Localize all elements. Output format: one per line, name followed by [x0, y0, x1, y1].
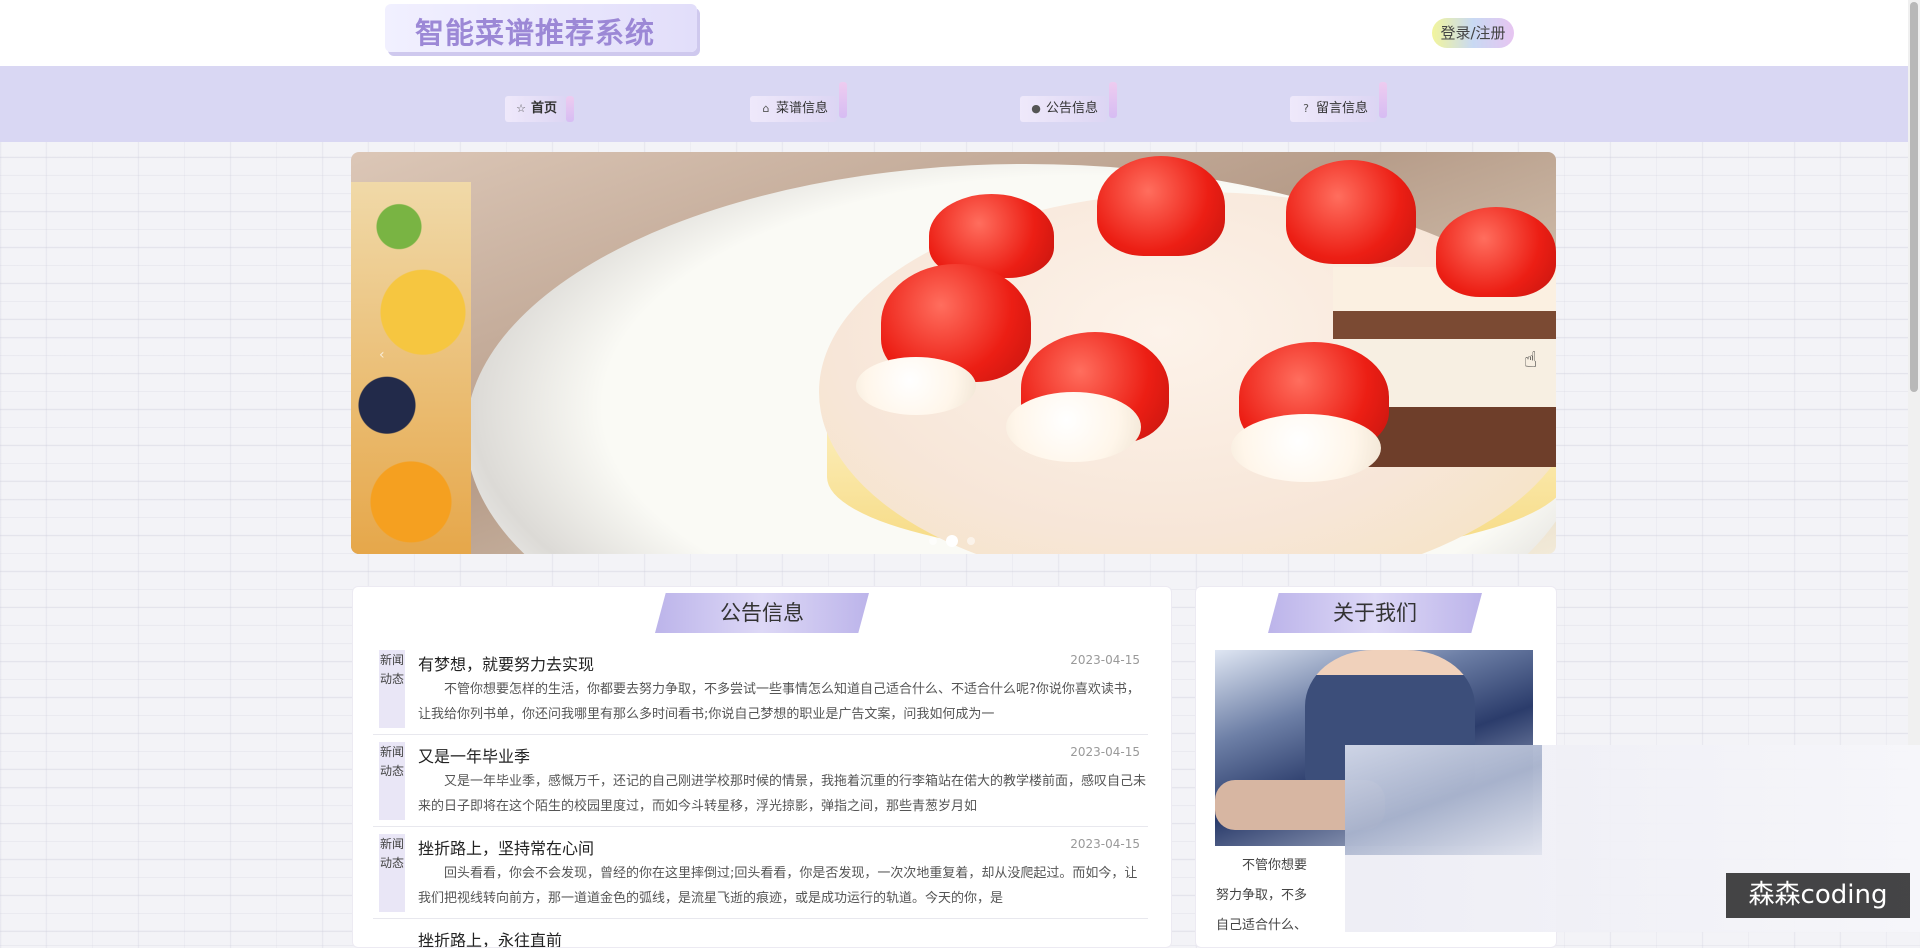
news-item[interactable]: 新闻动态 有梦想，就要努力去实现 2023-04-15 不管你想要怎样的生活，你…	[373, 643, 1148, 735]
news-date: 2023-04-15	[1070, 653, 1140, 667]
nav-item-label: 公告信息	[1046, 101, 1099, 116]
carousel-dot-active[interactable]	[946, 535, 958, 547]
top-header: 智能菜谱推荐系统 登录/注册	[0, 0, 1908, 66]
carousel-indicators	[929, 530, 984, 549]
nav-item-home[interactable]: ☆ 首页	[505, 96, 575, 122]
bag-icon: ⌂	[762, 102, 770, 115]
notice-panel-title: 公告信息	[655, 593, 869, 633]
news-title[interactable]: 又是一年毕业季	[418, 743, 530, 767]
cream-image	[856, 357, 976, 415]
blurred-overlay-image	[1345, 745, 1542, 855]
news-item[interactable]: 新闻动态 又是一年毕业季 2023-04-15 又是一年毕业季，感慨万千，还记的…	[373, 735, 1148, 827]
carousel-dot[interactable]	[967, 537, 975, 545]
news-title[interactable]: 有梦想，就要努力去实现	[418, 651, 594, 675]
news-title[interactable]: 挫折路上，坚持常在心间	[418, 835, 594, 859]
question-icon: ?	[1303, 102, 1309, 115]
news-date: 2023-04-15	[1070, 745, 1140, 759]
strawberry-image	[1286, 160, 1416, 264]
news-item[interactable]: 新闻动态 挫折路上，坚持常在心间 2023-04-15 回头看看，你会不会发现，…	[373, 827, 1148, 919]
news-excerpt: 又是一年毕业季，感慨万千，还记的自己刚进学校那时候的情景，我拖着沉重的行李箱站在…	[418, 774, 1147, 814]
nav-decoration	[1379, 82, 1388, 118]
news-excerpt: 不管你想要怎样的生活，你都要去努力争取，不多尝试一些事情怎么知道自己适合什么、不…	[418, 682, 1140, 722]
nav-bar: ☆ 首页 ⌂ 菜谱信息 ● 公告信息 ? 留言信息	[0, 66, 1908, 142]
scrollbar-thumb[interactable]	[1910, 2, 1918, 392]
nav-item-messages[interactable]: ? 留言信息	[1290, 82, 1388, 122]
nav-item-notices[interactable]: ● 公告信息	[1020, 82, 1118, 122]
nav-decoration	[1109, 82, 1118, 118]
cream-image	[1006, 392, 1141, 462]
info-icon: ●	[1031, 102, 1041, 115]
news-title[interactable]: 挫折路上，永往直前	[418, 927, 562, 947]
news-tag: 新闻动态	[379, 650, 405, 728]
banner-carousel[interactable]: ‹	[351, 152, 1556, 554]
carousel-prev-arrow[interactable]: ‹	[379, 347, 385, 363]
login-register-button[interactable]: 登录/注册	[1432, 18, 1514, 48]
nav-decoration	[566, 96, 575, 122]
cream-image	[1231, 414, 1381, 482]
watermark: 森森coding	[1726, 873, 1910, 918]
news-tag: 新闻动态	[379, 834, 405, 912]
logo[interactable]: 智能菜谱推荐系统	[385, 4, 697, 52]
carousel-dot[interactable]	[929, 537, 937, 545]
news-excerpt: 回头看看，你会不会发现，曾经的你在这里摔倒过;回头看看，你是否发现，一次次地重复…	[418, 866, 1138, 906]
notice-panel: 公告信息 新闻动态 有梦想，就要努力去实现 2023-04-15 不管你想要怎样…	[352, 586, 1172, 948]
strawberry-image	[1436, 207, 1556, 297]
nav-item-recipes[interactable]: ⌂ 菜谱信息	[750, 82, 848, 122]
hand-cursor-icon: ☝	[1524, 348, 1538, 373]
news-item[interactable]: 挫折路上，永往直前	[373, 919, 1148, 947]
nav-item-label: 留言信息	[1316, 101, 1369, 116]
carousel-image-fruit	[351, 182, 471, 554]
nav-item-label: 菜谱信息	[776, 101, 829, 116]
news-tag: 新闻动态	[379, 742, 405, 820]
star-icon: ☆	[516, 102, 526, 115]
logo-text: 智能菜谱推荐系统	[415, 16, 656, 50]
nav-decoration	[839, 82, 848, 118]
news-date: 2023-04-15	[1070, 837, 1140, 851]
nav-item-label: 首页	[531, 101, 558, 116]
strawberry-image	[1097, 156, 1225, 256]
about-panel-title: 关于我们	[1268, 593, 1482, 633]
